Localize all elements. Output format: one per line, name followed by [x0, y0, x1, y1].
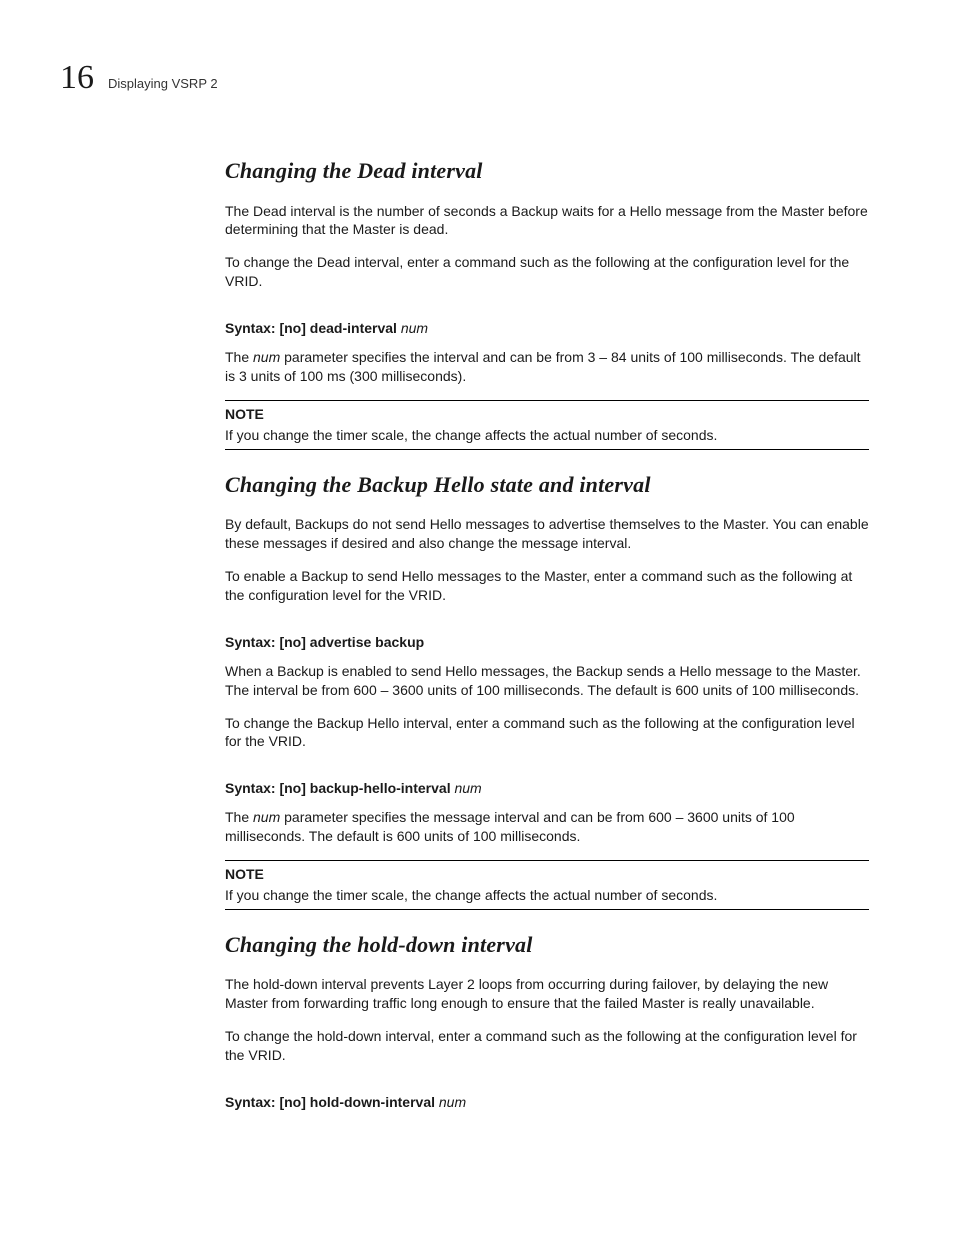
syntax-command: [no] hold-down-interval: [276, 1094, 439, 1110]
paragraph: By default, Backups do not send Hello me…: [225, 515, 869, 553]
note-text: If you change the timer scale, the chang…: [225, 426, 869, 445]
paragraph: When a Backup is enabled to send Hello m…: [225, 662, 869, 700]
paragraph: To enable a Backup to send Hello message…: [225, 567, 869, 605]
syntax-command: [no] backup-hello-interval: [276, 780, 455, 796]
emphasis: num: [253, 809, 280, 825]
emphasis: num: [253, 349, 280, 365]
syntax-line: Syntax: [no] backup-hello-interval num: [225, 779, 869, 798]
syntax-label: Syntax:: [225, 1094, 276, 1110]
paragraph: The Dead interval is the number of secon…: [225, 202, 869, 240]
syntax-line: Syntax: [no] hold-down-interval num: [225, 1093, 869, 1112]
paragraph: To change the Dead interval, enter a com…: [225, 253, 869, 291]
syntax-label: Syntax:: [225, 634, 276, 650]
syntax-arg: num: [454, 780, 481, 796]
paragraph: The num parameter specifies the interval…: [225, 348, 869, 386]
paragraph: To change the Backup Hello interval, ent…: [225, 714, 869, 752]
syntax-label: Syntax:: [225, 780, 276, 796]
text: parameter specifies the message interval…: [225, 809, 795, 844]
text: The: [225, 809, 253, 825]
note-block: NOTE If you change the timer scale, the …: [225, 400, 869, 450]
page: 16 Displaying VSRP 2 Changing the Dead i…: [0, 0, 954, 1182]
syntax-command: [no] advertise backup: [276, 634, 425, 650]
divider: [225, 909, 869, 910]
running-header: 16 Displaying VSRP 2: [60, 55, 869, 101]
section-heading-backup: Changing the Backup Hello state and inte…: [225, 470, 869, 500]
divider: [225, 860, 869, 861]
divider: [225, 449, 869, 450]
chapter-number: 16: [60, 55, 94, 101]
note-block: NOTE If you change the timer scale, the …: [225, 860, 869, 910]
paragraph: The num parameter specifies the message …: [225, 808, 869, 846]
note-label: NOTE: [225, 405, 869, 424]
text: parameter specifies the interval and can…: [225, 349, 861, 384]
content-area: Changing the Dead interval The Dead inte…: [225, 156, 869, 1112]
note-text: If you change the timer scale, the chang…: [225, 886, 869, 905]
syntax-arg: num: [401, 320, 428, 336]
syntax-line: Syntax: [no] advertise backup: [225, 633, 869, 652]
note-label: NOTE: [225, 865, 869, 884]
section-heading-dead: Changing the Dead interval: [225, 156, 869, 186]
divider: [225, 400, 869, 401]
syntax-line: Syntax: [no] dead-interval num: [225, 319, 869, 338]
running-title: Displaying VSRP 2: [108, 75, 218, 93]
paragraph: The hold-down interval prevents Layer 2 …: [225, 975, 869, 1013]
text: The: [225, 349, 253, 365]
syntax-arg: num: [439, 1094, 466, 1110]
syntax-label: Syntax:: [225, 320, 276, 336]
section-heading-hold: Changing the hold-down interval: [225, 930, 869, 960]
paragraph: To change the hold-down interval, enter …: [225, 1027, 869, 1065]
syntax-command: [no] dead-interval: [276, 320, 401, 336]
